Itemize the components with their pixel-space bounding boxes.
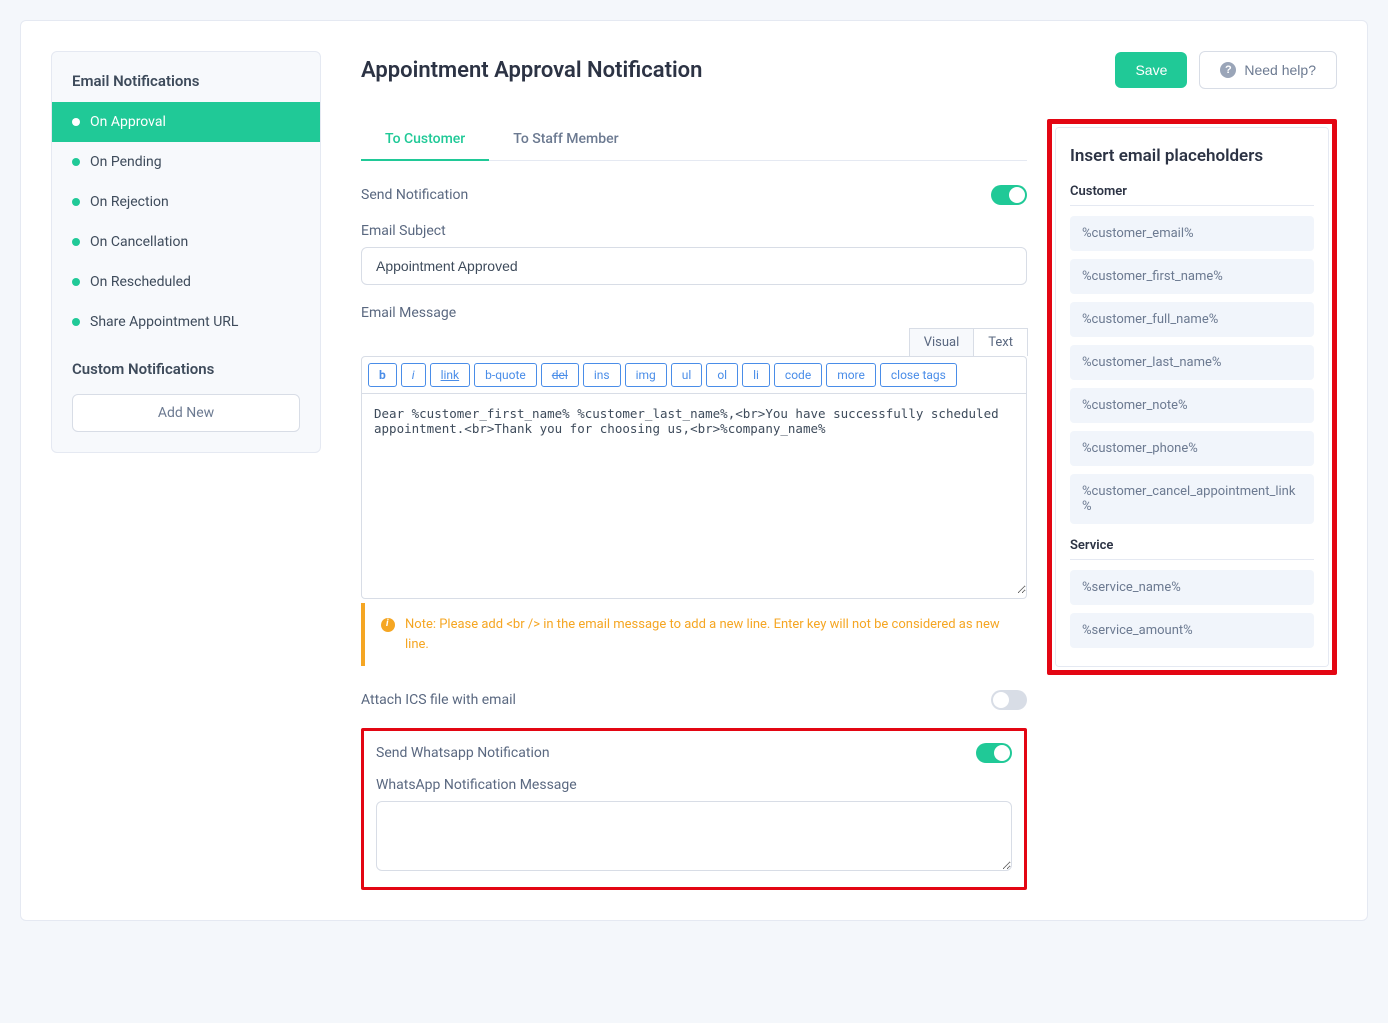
editor-tab-visual[interactable]: Visual [909, 328, 975, 356]
info-icon [381, 618, 395, 632]
sidebar-item-label: On Rescheduled [90, 274, 191, 290]
send-whatsapp-label: Send Whatsapp Notification [376, 745, 550, 761]
placeholder-item[interactable]: %customer_note% [1070, 388, 1314, 423]
sidebar-item-on-pending[interactable]: On Pending [52, 142, 320, 182]
sidebar-title-email: Email Notifications [52, 52, 320, 102]
note-box: Note: Please add <br /> in the email mes… [361, 603, 1027, 666]
editor-ul-button[interactable]: ul [671, 363, 703, 387]
status-dot-icon [72, 318, 80, 326]
status-dot-icon [72, 278, 80, 286]
email-subject-input[interactable] [361, 247, 1027, 285]
placeholder-group-service: Service [1070, 538, 1314, 560]
editor-code-button[interactable]: code [774, 363, 822, 387]
editor-italic-button[interactable]: i [401, 363, 426, 387]
whatsapp-section: Send Whatsapp Notification WhatsApp Noti… [361, 728, 1027, 890]
email-subject-label: Email Subject [361, 223, 1027, 239]
editor-ins-button[interactable]: ins [583, 363, 621, 387]
attach-ics-toggle[interactable] [991, 690, 1027, 710]
editor-img-button[interactable]: img [625, 363, 667, 387]
placeholder-item[interactable]: %customer_full_name% [1070, 302, 1314, 337]
whatsapp-message-label: WhatsApp Notification Message [376, 777, 1012, 793]
tab-to-customer[interactable]: To Customer [361, 119, 489, 161]
editor-toolbar: b i link b-quote del ins img ul ol li co [362, 357, 1026, 394]
editor-bold-button[interactable]: b [368, 363, 397, 387]
sidebar-title-custom: Custom Notifications [52, 342, 320, 388]
placeholder-panel[interactable]: Insert email placeholders Customer %cust… [1055, 127, 1329, 667]
placeholder-group-customer: Customer [1070, 184, 1314, 206]
editor-tab-text[interactable]: Text [973, 328, 1028, 356]
placeholder-item[interactable]: %customer_last_name% [1070, 345, 1314, 380]
placeholder-item[interactable]: %customer_email% [1070, 216, 1314, 251]
main-content: Appointment Approval Notification Save ?… [361, 51, 1337, 890]
placeholder-highlight: Insert email placeholders Customer %cust… [1047, 119, 1337, 675]
attach-ics-label: Attach ICS file with email [361, 692, 516, 708]
sidebar-item-label: On Pending [90, 154, 162, 170]
help-icon: ? [1220, 62, 1236, 78]
sidebar-item-on-cancellation[interactable]: On Cancellation [52, 222, 320, 262]
tab-to-staff[interactable]: To Staff Member [489, 119, 642, 160]
sidebar-item-label: On Cancellation [90, 234, 188, 250]
sidebar-item-share-url[interactable]: Share Appointment URL [52, 302, 320, 342]
page-title: Appointment Approval Notification [361, 58, 702, 83]
note-text: Note: Please add <br /> in the email mes… [405, 615, 1011, 654]
editor-link-button[interactable]: link [430, 363, 471, 387]
sidebar-item-label: Share Appointment URL [90, 314, 238, 330]
placeholder-item[interactable]: %customer_phone% [1070, 431, 1314, 466]
add-new-button[interactable]: Add New [72, 394, 300, 432]
send-notification-label: Send Notification [361, 187, 468, 203]
placeholder-item[interactable]: %customer_first_name% [1070, 259, 1314, 294]
placeholder-panel-title: Insert email placeholders [1070, 146, 1314, 166]
email-message-label: Email Message [361, 305, 1027, 321]
need-help-label: Need help? [1244, 62, 1316, 78]
editor-del-button[interactable]: del [541, 363, 579, 387]
status-dot-icon [72, 238, 80, 246]
sidebar-item-label: On Approval [90, 114, 166, 130]
placeholder-item[interactable]: %service_amount% [1070, 613, 1314, 648]
send-notification-toggle[interactable] [991, 185, 1027, 205]
editor-close-tags-button[interactable]: close tags [880, 363, 957, 387]
editor-li-button[interactable]: li [742, 363, 770, 387]
status-dot-icon [72, 198, 80, 206]
status-dot-icon [72, 158, 80, 166]
editor-more-button[interactable]: more [826, 363, 876, 387]
need-help-button[interactable]: ? Need help? [1199, 51, 1337, 89]
editor-bquote-button[interactable]: b-quote [474, 363, 537, 387]
save-button[interactable]: Save [1115, 52, 1187, 88]
sidebar-item-on-rejection[interactable]: On Rejection [52, 182, 320, 222]
sidebar: Email Notifications On Approval On Pendi… [51, 51, 321, 453]
sidebar-item-on-rescheduled[interactable]: On Rescheduled [52, 262, 320, 302]
editor-ol-button[interactable]: ol [706, 363, 738, 387]
send-whatsapp-toggle[interactable] [976, 743, 1012, 763]
status-dot-icon [72, 118, 80, 126]
whatsapp-message-textarea[interactable] [376, 801, 1012, 871]
placeholder-item[interactable]: %service_name% [1070, 570, 1314, 605]
sidebar-item-on-approval[interactable]: On Approval [52, 102, 320, 142]
recipient-tabs: To Customer To Staff Member [361, 119, 1027, 161]
email-message-textarea[interactable] [362, 394, 1026, 594]
sidebar-item-label: On Rejection [90, 194, 169, 210]
placeholder-item[interactable]: %customer_cancel_appointment_link% [1070, 474, 1314, 524]
